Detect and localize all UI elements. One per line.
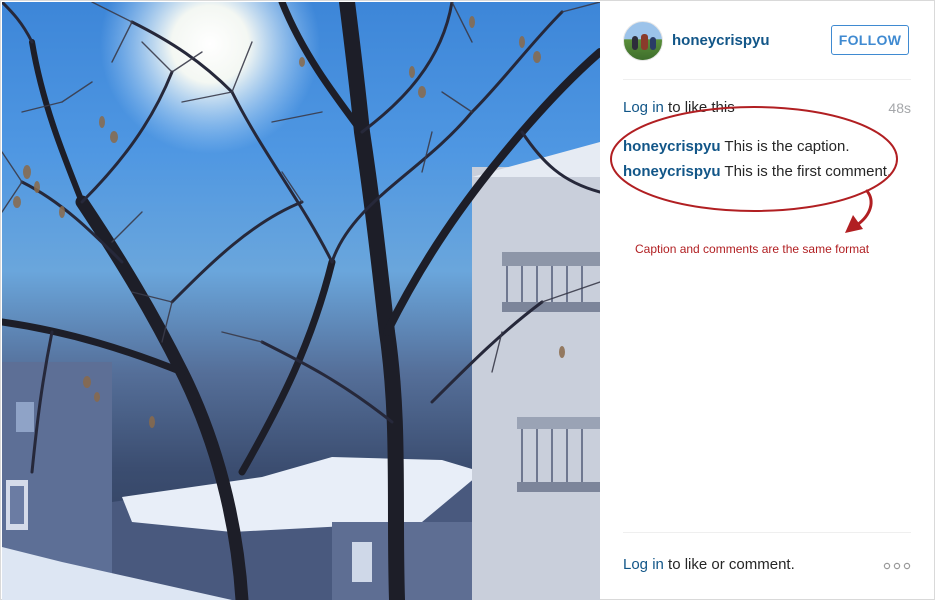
more-options-button[interactable]: [883, 559, 911, 573]
footer-prompt-text: to like or comment.: [663, 556, 795, 573]
follow-button[interactable]: FOLLOW: [831, 25, 909, 55]
first-comment: honeycrispyu This is the first comment.: [623, 163, 891, 181]
post-card: honeycrispyu FOLLOW Log in to like this …: [0, 0, 935, 600]
caption-author-link[interactable]: honeycrispyu: [623, 138, 721, 155]
comment-author-link[interactable]: honeycrispyu: [623, 163, 721, 180]
footer-prompt: Log in to like or comment.: [623, 556, 795, 574]
author-avatar[interactable]: [623, 21, 663, 61]
caption-text: This is the caption.: [720, 138, 850, 155]
photo-tree-scene: [2, 2, 600, 600]
caption-comment: honeycrispyu This is the caption.: [623, 138, 850, 156]
footer-divider: [623, 532, 911, 533]
post-photo[interactable]: [2, 2, 600, 600]
post-side-panel: honeycrispyu FOLLOW Log in to like this …: [601, 1, 935, 601]
like-prompt: Log in to like this: [623, 99, 735, 117]
header-divider: [623, 79, 911, 80]
login-to-like-link[interactable]: Log in: [623, 99, 664, 116]
comment-text: This is the first comment.: [720, 163, 892, 180]
like-prompt-text: to like this: [663, 99, 735, 116]
ellipsis-icon: [883, 562, 911, 570]
login-to-comment-link[interactable]: Log in: [623, 556, 664, 573]
annotation-note: Caption and comments are the same format: [635, 242, 870, 256]
author-username-link[interactable]: honeycrispyu: [672, 32, 770, 50]
post-timestamp[interactable]: 48s: [888, 99, 911, 117]
